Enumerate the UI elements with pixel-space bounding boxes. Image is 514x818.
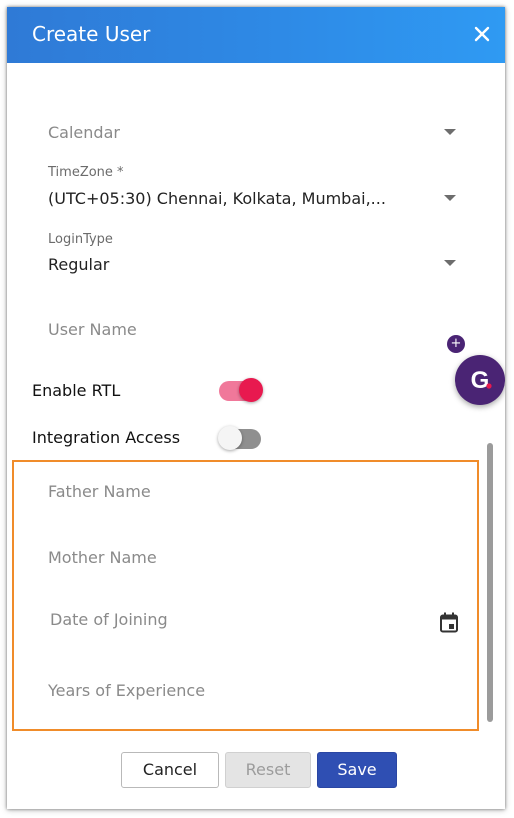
save-button[interactable]: Save xyxy=(317,752,397,788)
login-type-label: LoginType xyxy=(48,232,113,247)
enable-rtl-label: Enable RTL xyxy=(32,381,121,400)
toggle-knob xyxy=(239,378,263,402)
reset-button[interactable]: Reset xyxy=(225,752,311,788)
scrollbar-thumb[interactable] xyxy=(487,443,493,722)
user-name-input[interactable]: User Name xyxy=(48,320,137,339)
enable-rtl-toggle[interactable] xyxy=(219,378,263,402)
create-user-dialog: Create User Calendar TimeZone * (UTC+05:… xyxy=(7,7,505,809)
grammarly-button[interactable]: G xyxy=(455,355,505,405)
timezone-dropdown-icon[interactable] xyxy=(444,195,456,201)
timezone-label: TimeZone * xyxy=(48,165,124,180)
calendar-placeholder: Calendar xyxy=(48,123,120,142)
grammarly-plus-button[interactable]: + xyxy=(447,335,465,353)
close-button[interactable] xyxy=(471,23,493,45)
years-of-experience-input[interactable]: Years of Experience xyxy=(48,681,205,700)
integration-access-label: Integration Access xyxy=(32,428,181,447)
grammarly-g-icon: G xyxy=(471,367,492,394)
dialog-header: Create User xyxy=(7,7,505,63)
login-type-dropdown-icon[interactable] xyxy=(444,260,456,266)
integration-access-toggle[interactable] xyxy=(218,426,261,450)
close-icon xyxy=(474,26,490,42)
timezone-value[interactable]: (UTC+05:30) Chennai, Kolkata, Mumbai,... xyxy=(48,189,386,208)
date-of-joining-input[interactable]: Date of Joining xyxy=(50,610,168,629)
toggle-knob xyxy=(218,426,242,450)
calendar-dropdown-icon[interactable] xyxy=(444,129,456,135)
mother-name-input[interactable]: Mother Name xyxy=(48,548,157,567)
cancel-button[interactable]: Cancel xyxy=(121,752,219,788)
father-name-input[interactable]: Father Name xyxy=(48,482,151,501)
dialog-title: Create User xyxy=(32,22,151,46)
grammarly-letter: G xyxy=(471,367,490,394)
login-type-value[interactable]: Regular xyxy=(48,255,109,274)
calendar-icon[interactable] xyxy=(439,612,459,634)
